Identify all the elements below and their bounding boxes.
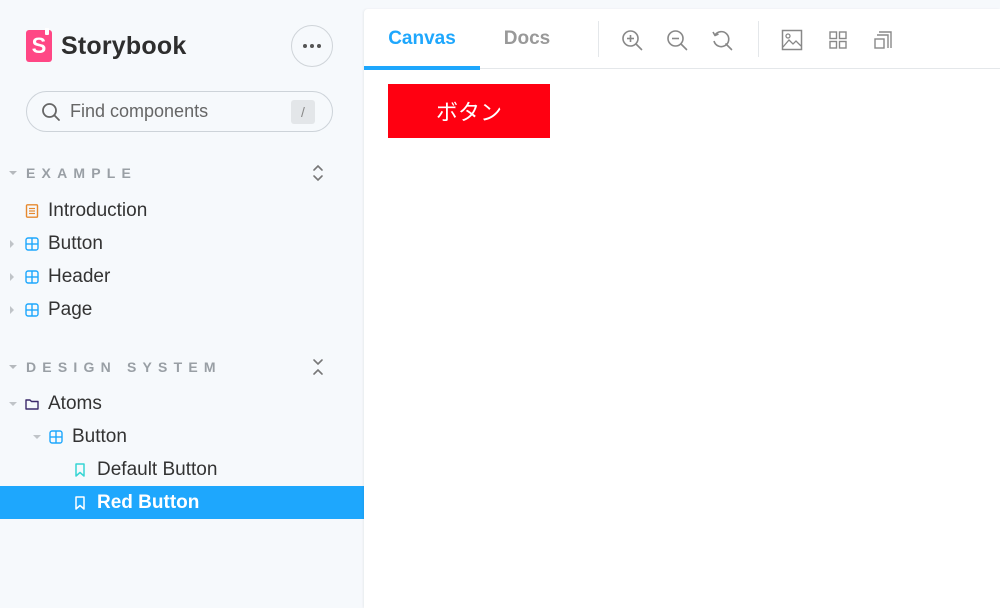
- component-icon: [25, 270, 39, 284]
- section-title: DESIGN SYSTEM: [26, 359, 222, 375]
- section-design-system[interactable]: DESIGN SYSTEM: [0, 355, 364, 379]
- more-icon: [303, 44, 321, 48]
- tree-item-introduction[interactable]: Introduction: [0, 194, 364, 227]
- tree-item-atoms-button[interactable]: Button: [0, 420, 364, 453]
- zoom-in-icon: [621, 29, 643, 51]
- grid-icon: [828, 30, 848, 50]
- component-icon: [25, 237, 39, 251]
- caret-down-icon: [9, 402, 17, 406]
- search-input[interactable]: [70, 101, 280, 122]
- tab-docs[interactable]: Docs: [480, 9, 574, 69]
- outline-button[interactable]: [870, 27, 896, 53]
- caret-down-icon: [33, 435, 41, 439]
- caret-right-icon: [10, 306, 14, 314]
- tree-item-page[interactable]: Page: [0, 293, 364, 326]
- tree-item-label: Red Button: [97, 492, 199, 514]
- bookmark-icon: [73, 463, 87, 477]
- folder-icon: [25, 397, 39, 411]
- background-button[interactable]: [779, 27, 805, 53]
- caret-right-icon: [10, 240, 14, 248]
- zoom-out-button[interactable]: [664, 27, 690, 53]
- tree-item-label: Button: [72, 426, 127, 448]
- search-shortcut-key: /: [291, 100, 315, 124]
- zoom-out-icon: [666, 29, 688, 51]
- section-caret-icon: [9, 365, 17, 369]
- section-title: EXAMPLE: [26, 165, 137, 181]
- tree-item-default-button[interactable]: Default Button: [0, 453, 364, 486]
- tree-item-label: Atoms: [48, 393, 102, 415]
- search-icon: [41, 102, 61, 122]
- sidebar-menu-button[interactable]: [291, 25, 333, 67]
- zoom-in-button[interactable]: [619, 27, 645, 53]
- toolbar: Canvas Docs: [364, 9, 1000, 69]
- storybook-logo-icon: S: [26, 30, 52, 62]
- section-example[interactable]: EXAMPLE: [0, 161, 364, 185]
- tree-item-label: Page: [48, 299, 92, 321]
- red-demo-button[interactable]: ボタン: [388, 84, 550, 138]
- tree-item-atoms[interactable]: Atoms: [0, 387, 364, 420]
- reset-zoom-icon: [711, 29, 733, 51]
- section-caret-icon: [9, 171, 17, 175]
- background-icon: [781, 29, 803, 51]
- sidebar: S Storybook / EXAMPLE Introduction: [0, 0, 364, 608]
- bookmark-icon: [73, 496, 87, 510]
- tree-item-red-button[interactable]: Red Button: [0, 486, 364, 519]
- component-icon: [25, 303, 39, 317]
- tree-item-button[interactable]: Button: [0, 227, 364, 260]
- brand[interactable]: S Storybook: [26, 29, 186, 63]
- tree-item-label: Button: [48, 233, 103, 255]
- tree-item-label: Header: [48, 266, 110, 288]
- search-box[interactable]: /: [26, 91, 333, 132]
- component-icon: [49, 430, 63, 444]
- outline-icon: [873, 30, 893, 50]
- collapse-all-icon[interactable]: [310, 357, 326, 377]
- expand-all-icon[interactable]: [310, 163, 326, 183]
- tree-item-header[interactable]: Header: [0, 260, 364, 293]
- preview-panel: Canvas Docs: [364, 9, 1000, 608]
- document-icon: [25, 204, 39, 218]
- brand-name: Storybook: [61, 32, 186, 61]
- tree-item-label: Introduction: [48, 200, 147, 222]
- caret-right-icon: [10, 273, 14, 281]
- tree-item-label: Default Button: [97, 459, 217, 481]
- reset-zoom-button[interactable]: [709, 27, 735, 53]
- tab-canvas[interactable]: Canvas: [364, 9, 480, 69]
- story-canvas: ボタン: [364, 70, 1000, 608]
- toolbar-divider: [758, 21, 759, 57]
- toolbar-divider: [598, 21, 599, 57]
- grid-button[interactable]: [825, 27, 851, 53]
